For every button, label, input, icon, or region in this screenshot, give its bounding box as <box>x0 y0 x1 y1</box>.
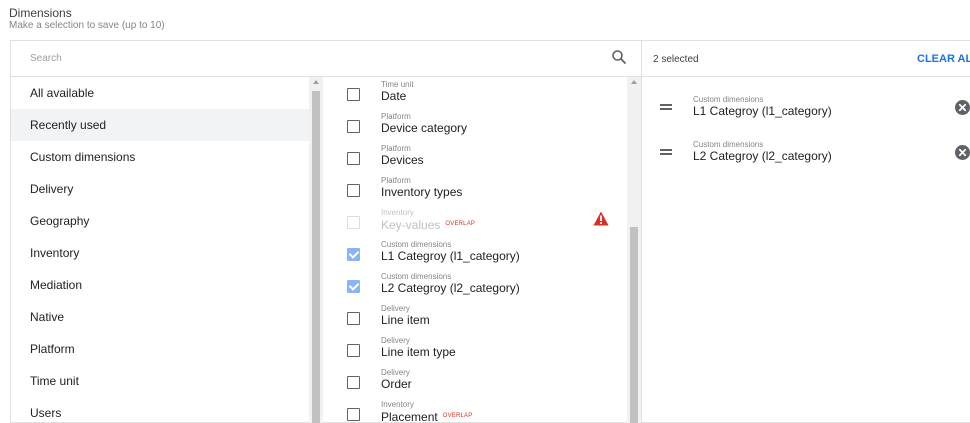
dimension-option[interactable]: Custom dimensions L2 Categroy (l2_categor… <box>323 269 627 301</box>
selected-item-category: Custom dimensions <box>693 140 764 149</box>
category-item[interactable]: Geography <box>11 205 309 237</box>
option-name: Inventory types <box>381 185 463 199</box>
option-category: Custom dimensions <box>381 240 452 249</box>
selection-header: 2 selected CLEAR ALL <box>641 41 970 77</box>
option-category: Delivery <box>381 304 410 313</box>
option-name-wrap: L2 Categroy (l2_category) <box>381 281 520 295</box>
selected-count: 2 selected <box>653 54 699 65</box>
option-name: Line item type <box>381 345 456 359</box>
option-name: Line item <box>381 313 430 327</box>
dimension-option[interactable]: Time unit Date <box>323 77 627 109</box>
option-category: Platform <box>381 112 411 121</box>
selected-item-category: Custom dimensions <box>693 95 764 104</box>
option-category: Platform <box>381 144 411 153</box>
option-category: Delivery <box>381 368 410 377</box>
dimension-option[interactable]: Platform Device category <box>323 109 627 141</box>
option-category: Time unit <box>381 80 414 89</box>
dimension-picker: Search 2 selected CLEAR ALL All availabl… <box>10 40 970 423</box>
category-item[interactable]: Mediation <box>11 269 309 301</box>
option-name-wrap: Key-values OVERLAP <box>381 217 475 232</box>
option-name-wrap: Line item type <box>381 345 456 359</box>
search-input[interactable]: Search <box>11 41 641 77</box>
selected-item-name: L2 Categroy (l2_category) <box>693 149 832 163</box>
option-category: Custom dimensions <box>381 272 452 281</box>
drag-handle-icon[interactable] <box>660 149 672 155</box>
option-checkbox[interactable] <box>347 312 360 325</box>
category-item[interactable]: Time unit <box>11 365 309 397</box>
search-icon[interactable] <box>611 49 627 65</box>
option-checkbox <box>347 216 360 229</box>
remove-item-icon[interactable] <box>955 100 970 115</box>
option-name-wrap: Order <box>381 377 412 391</box>
option-name-wrap: L1 Categroy (l1_category) <box>381 249 520 263</box>
category-list: All available Recently used Custom dimensi… <box>11 77 309 423</box>
option-checkbox[interactable] <box>347 408 360 421</box>
category-item[interactable]: Recently used <box>11 109 309 141</box>
option-checkbox[interactable] <box>347 120 360 133</box>
remove-item-icon[interactable] <box>955 145 970 160</box>
option-category: Delivery <box>381 336 410 345</box>
option-name-wrap: Inventory types <box>381 185 462 199</box>
warning-icon <box>593 211 609 226</box>
dialog-header: Dimensions Make a selection to save (up … <box>9 6 165 32</box>
page-title: Dimensions <box>9 6 72 20</box>
drag-handle-icon[interactable] <box>660 104 672 110</box>
category-item[interactable]: All available <box>11 77 309 109</box>
scroll-up-arrow-icon[interactable] <box>631 80 637 84</box>
dimension-option[interactable]: Inventory Placement OVERLAP <box>323 397 627 423</box>
category-item[interactable]: Inventory <box>11 237 309 269</box>
option-checkbox[interactable] <box>347 152 360 165</box>
dimension-options-list: Time unit Date Platform Device category Plat… <box>323 77 627 423</box>
clear-all-button[interactable]: CLEAR ALL <box>917 53 970 65</box>
option-checkbox[interactable] <box>347 280 360 293</box>
category-item[interactable]: Users <box>11 397 309 423</box>
option-checkbox[interactable] <box>347 376 360 389</box>
search-placeholder: Search <box>30 53 62 64</box>
options-scrollbar-thumb[interactable] <box>630 227 638 423</box>
selected-dimension-item: Custom dimensions L2 Categroy (l2_categor… <box>642 136 970 168</box>
overlap-badge: OVERLAP <box>442 413 473 419</box>
dimension-option[interactable]: Custom dimensions L1 Categroy (l1_categor… <box>323 237 627 269</box>
category-scrollbar-thumb[interactable] <box>312 91 320 423</box>
option-category: Platform <box>381 176 411 185</box>
dimension-option[interactable]: Delivery Order <box>323 365 627 397</box>
options-scrollbar[interactable] <box>627 77 641 423</box>
option-name: L2 Categroy (l2_category) <box>381 281 520 295</box>
page-subtitle: Make a selection to save (up to 10) <box>9 20 165 31</box>
option-checkbox[interactable] <box>347 344 360 357</box>
option-name: Order <box>381 377 412 391</box>
category-item[interactable]: Platform <box>11 333 309 365</box>
category-item[interactable]: Native <box>11 301 309 333</box>
option-name: Device category <box>381 121 468 135</box>
selected-item-name: L1 Categroy (l1_category) <box>693 104 832 118</box>
option-name: Devices <box>381 153 424 167</box>
selected-dimensions-list: Custom dimensions L1 Categroy (l1_categor… <box>641 77 970 423</box>
option-name-wrap: Date <box>381 89 406 103</box>
option-name: Key-values <box>381 218 441 232</box>
option-name-wrap: Line item <box>381 313 430 327</box>
category-item[interactable]: Delivery <box>11 173 309 205</box>
option-checkbox[interactable] <box>347 88 360 101</box>
category-scrollbar[interactable] <box>309 77 323 423</box>
dimension-option[interactable]: Platform Inventory types <box>323 173 627 205</box>
option-name-wrap: Placement OVERLAP <box>381 409 472 423</box>
scroll-up-arrow-icon[interactable] <box>313 80 319 84</box>
dimension-option[interactable]: Delivery Line item <box>323 301 627 333</box>
option-name-wrap: Devices <box>381 153 424 167</box>
dimension-option[interactable]: Inventory Key-values OVERLAP <box>323 205 627 237</box>
option-name: Date <box>381 89 407 103</box>
option-category: Inventory <box>381 208 414 217</box>
option-name: Placement <box>381 410 438 423</box>
option-checkbox[interactable] <box>347 184 360 197</box>
option-checkbox[interactable] <box>347 248 360 261</box>
overlap-badge: OVERLAP <box>445 221 476 227</box>
option-name: L1 Categroy (l1_category) <box>381 249 520 263</box>
option-category: Inventory <box>381 400 414 409</box>
dimension-option[interactable]: Platform Devices <box>323 141 627 173</box>
dimension-option[interactable]: Delivery Line item type <box>323 333 627 365</box>
selected-dimension-item: Custom dimensions L1 Categroy (l1_categor… <box>642 91 970 123</box>
option-name-wrap: Device category <box>381 121 467 135</box>
category-item[interactable]: Custom dimensions <box>11 141 309 173</box>
